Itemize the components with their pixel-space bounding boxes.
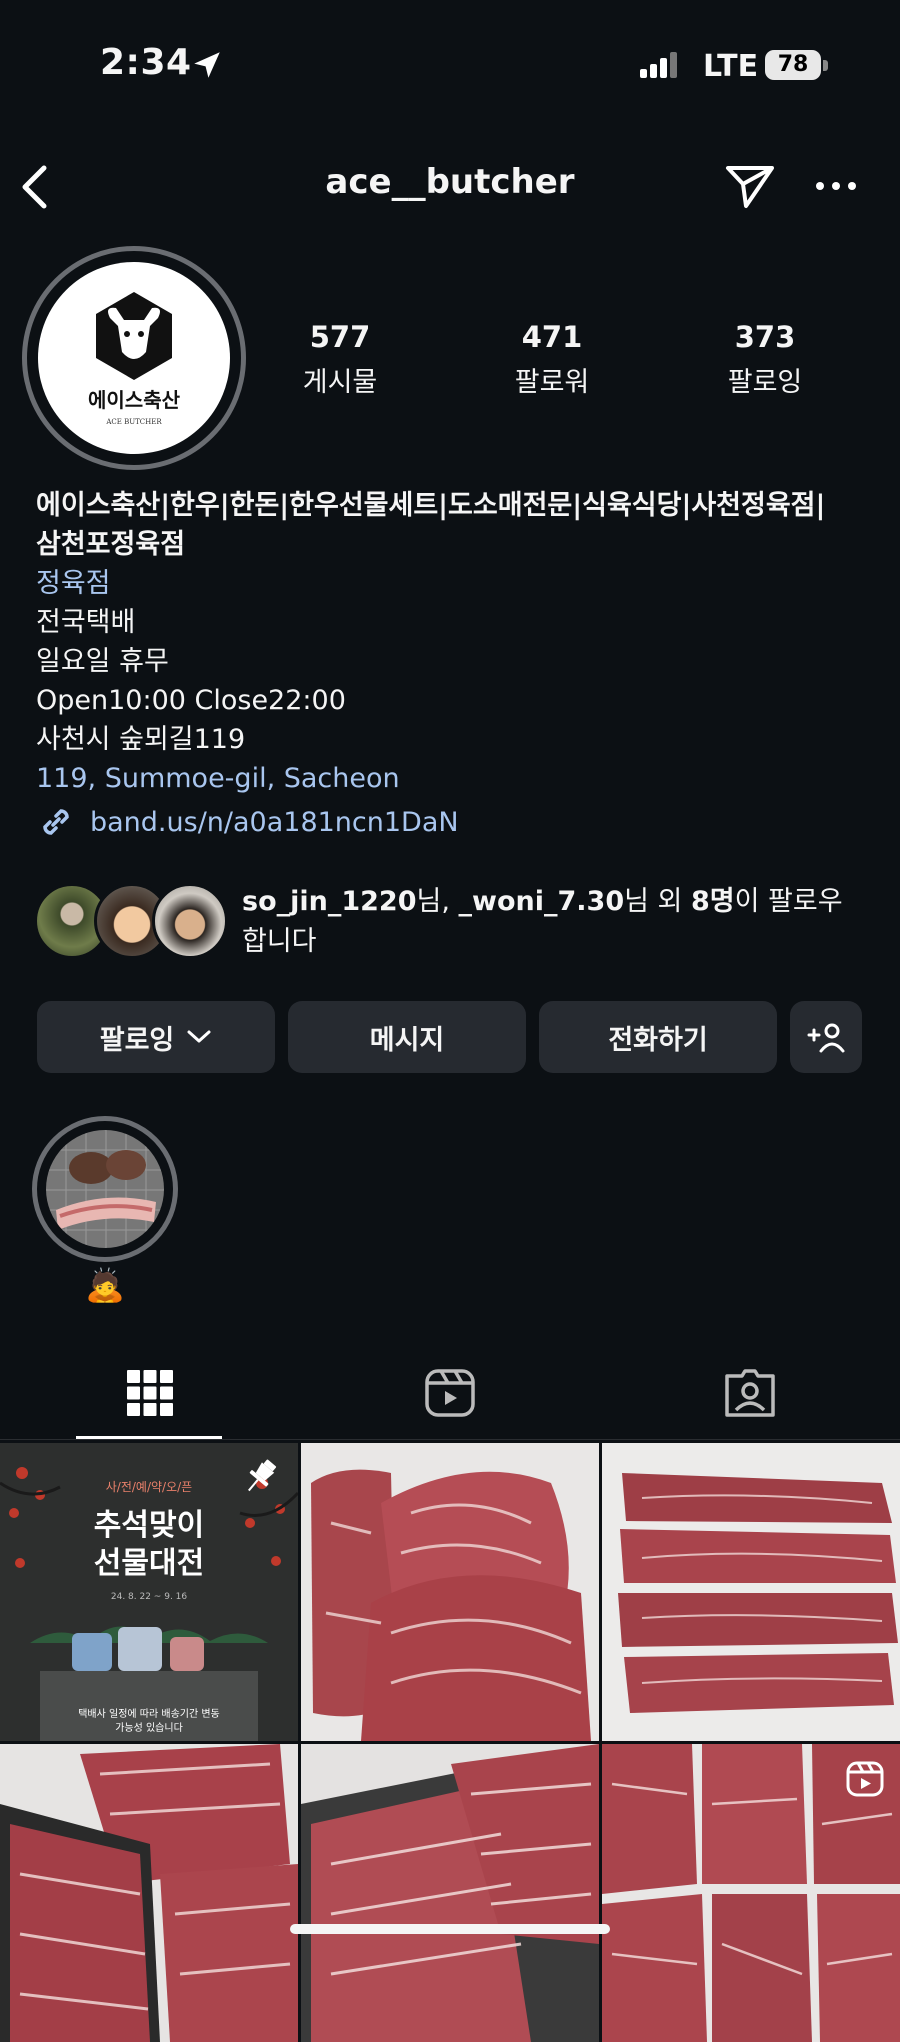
grid-tab-icon[interactable]	[123, 1366, 177, 1420]
battery-tip	[823, 60, 828, 71]
svg-text:사/전/예/약/오/픈: 사/전/예/약/오/픈	[106, 1479, 192, 1494]
battery-icon: 78	[765, 50, 821, 80]
following-button[interactable]: 팔로잉	[37, 1001, 275, 1073]
bio-link[interactable]: band.us/n/a0a181ncn1DaN	[36, 802, 459, 842]
following-button-label: 팔로잉	[99, 1024, 175, 1056]
message-button-label: 메시지	[369, 1024, 445, 1056]
home-indicator[interactable]	[290, 1924, 610, 1934]
stat-posts[interactable]: 577 게시물	[250, 320, 430, 399]
profile-bio: 에이스축산|한우|한돈|한우선물세트|도소매전문|식육식당|사천정육점| 삼천포…	[36, 486, 866, 798]
post-tile[interactable]	[602, 1443, 900, 1741]
chevron-down-icon	[187, 1030, 211, 1043]
pin-icon	[248, 1459, 277, 1492]
bio-name-line1: 에이스축산|한우|한돈|한우선물세트|도소매전문|식육식당|사천정육점|	[36, 490, 826, 521]
bio-line: 사천시 숲뫼길119	[36, 724, 246, 755]
stat-following[interactable]: 373 팔로잉	[675, 320, 855, 399]
tab-divider	[0, 1439, 900, 1440]
network-type: LTE	[703, 49, 759, 84]
svg-text:선물대전: 선물대전	[94, 1546, 204, 1581]
highlight-label: 🙇	[85, 1266, 125, 1304]
svg-text:가능성 있습니다: 가능성 있습니다	[115, 1722, 183, 1734]
followed-suffix-2: 합니다	[242, 926, 317, 957]
bio-category[interactable]: 정육점	[36, 564, 866, 603]
bio-link-text[interactable]: band.us/n/a0a181ncn1DaN	[90, 807, 459, 838]
stat-posts-label: 게시물	[302, 367, 378, 398]
bio-line: Open10:00 Close22:00	[36, 685, 346, 716]
followed-by-text[interactable]: so_jin_1220님, _woni_7.30님 외 8명이 팔로우합니다	[242, 882, 862, 962]
followed-user-1[interactable]: so_jin_1220	[242, 886, 417, 917]
call-button-label: 전화하기	[608, 1024, 708, 1056]
stat-followers-label: 팔로워	[514, 367, 590, 398]
signal-icon	[640, 52, 680, 78]
bio-line: 일요일 휴무	[36, 646, 169, 677]
post-tile[interactable]	[301, 1443, 599, 1741]
avatar[interactable]: 에이스축산 ACE BUTCHER	[38, 262, 230, 454]
location-arrow-icon	[194, 52, 220, 78]
send-icon[interactable]	[724, 162, 776, 210]
message-button[interactable]: 메시지	[288, 1001, 526, 1073]
reel-indicator-icon	[846, 1761, 884, 1797]
highlight-cover[interactable]	[46, 1130, 164, 1248]
status-time: 2:34	[100, 42, 192, 83]
stat-followers-count: 471	[521, 320, 583, 354]
reels-tab-icon[interactable]	[423, 1366, 477, 1420]
more-icon[interactable]	[814, 176, 858, 196]
ribeye-steak-image	[301, 1443, 599, 1741]
sliced-beef-image	[0, 1744, 298, 2042]
bio-name-line2: 삼천포정육점	[36, 529, 186, 560]
followed-user-2[interactable]: _woni_7.30	[459, 886, 625, 917]
followed-sep: 님 외	[624, 886, 691, 917]
bio-line: 전국택배	[36, 607, 136, 638]
svg-text:택배사 일정에 따라 배송기간 변동: 택배사 일정에 따라 배송기간 변동	[78, 1708, 220, 1720]
beef-tray-image	[301, 1744, 599, 2042]
follower-avatar[interactable]	[152, 883, 228, 959]
post-tile[interactable]	[301, 1744, 599, 2042]
highlight-meat-image	[46, 1130, 164, 1248]
link-icon	[43, 809, 69, 835]
tagged-tab-icon[interactable]	[723, 1366, 777, 1420]
svg-text:24. 8. 22 ~ 9. 16: 24. 8. 22 ~ 9. 16	[111, 1592, 188, 1602]
post-tile[interactable]	[0, 1744, 298, 2042]
stat-posts-count: 577	[309, 320, 371, 354]
post-tile-pinned[interactable]: 사/전/예/약/오/픈 추석맞이 선물대전 24. 8. 22 ~ 9. 16 …	[0, 1443, 298, 1741]
followed-sep: 님,	[416, 886, 459, 917]
post-tile-reel[interactable]	[602, 1744, 900, 2042]
ace-butcher-logo-icon: 에이스축산 ACE BUTCHER	[88, 292, 181, 426]
followed-suffix: 이 팔로우	[734, 886, 843, 917]
svg-text:추석맞이: 추석맞이	[94, 1508, 204, 1543]
call-button[interactable]: 전화하기	[539, 1001, 777, 1073]
stat-following-label: 팔로잉	[727, 367, 803, 398]
add-person-icon	[807, 1023, 845, 1053]
bio-address[interactable]: 119, Summoe-gil, Sacheon	[36, 759, 866, 798]
stat-following-count: 373	[734, 320, 796, 354]
followed-others-count: 8명	[690, 886, 735, 917]
stat-followers[interactable]: 471 팔로워	[462, 320, 642, 399]
suggest-people-button[interactable]	[790, 1001, 862, 1073]
svg-text:ACE BUTCHER: ACE BUTCHER	[105, 418, 162, 426]
svg-text:에이스축산: 에이스축산	[88, 388, 181, 412]
short-ribs-image	[602, 1443, 900, 1741]
